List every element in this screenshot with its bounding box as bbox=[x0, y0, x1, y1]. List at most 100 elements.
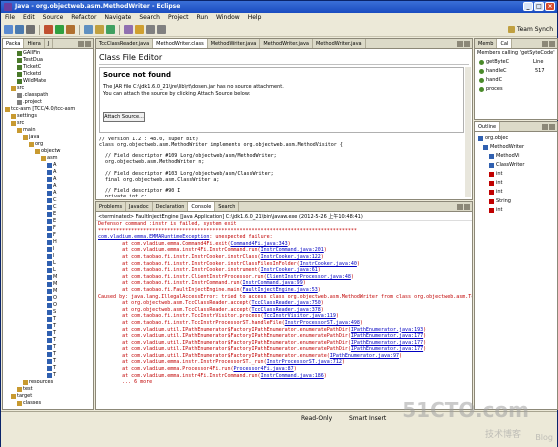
console-output[interactable]: Defensor command :instr is failed, syste… bbox=[96, 221, 472, 409]
tree-item[interactable]: E bbox=[47, 211, 56, 218]
open-type-icon[interactable] bbox=[124, 25, 133, 34]
tree-item[interactable]: .project bbox=[17, 99, 42, 106]
new-package-icon[interactable] bbox=[95, 25, 104, 34]
tree-item[interactable]: TicketC bbox=[17, 64, 41, 71]
tree-item[interactable]: T bbox=[47, 351, 56, 358]
minimize-view-icon[interactable] bbox=[542, 123, 548, 130]
tab-bottom-1[interactable]: Javadoc bbox=[126, 202, 153, 211]
perspective-switcher[interactable]: Team Synch bbox=[507, 26, 553, 33]
tree-item[interactable]: src bbox=[11, 85, 24, 92]
tree-item[interactable]: H bbox=[47, 239, 57, 246]
print-icon[interactable] bbox=[26, 25, 35, 34]
tree-item[interactable]: S bbox=[47, 309, 56, 316]
tree-item[interactable]: target bbox=[11, 393, 32, 400]
minimize-view-icon[interactable] bbox=[457, 40, 463, 47]
menu-project[interactable]: Project bbox=[168, 13, 189, 23]
outline-item[interactable]: ClassWriter bbox=[489, 162, 524, 169]
attach-source-button[interactable]: Attach Source... bbox=[103, 112, 145, 122]
menu-navigate[interactable]: Navigate bbox=[104, 13, 131, 23]
maximize-view-icon[interactable] bbox=[464, 40, 470, 47]
stack-trace-link[interactable]: InstrProcessorST.java:498 bbox=[285, 320, 360, 326]
stack-trace-link[interactable]: InstrCooker.java:40 bbox=[300, 261, 357, 267]
minimize-view-icon[interactable] bbox=[542, 40, 548, 47]
tree-item[interactable]: WildMate bbox=[17, 78, 46, 85]
tree-item[interactable]: F bbox=[47, 225, 56, 232]
tree-item[interactable]: F bbox=[47, 232, 56, 239]
back-icon[interactable] bbox=[146, 25, 155, 34]
tree-item[interactable]: T bbox=[47, 365, 56, 372]
outline-item[interactable]: String bbox=[489, 198, 511, 205]
tree-item[interactable]: .classpath bbox=[17, 92, 48, 99]
outline-item[interactable]: int bbox=[489, 189, 503, 196]
menu-search[interactable]: Search bbox=[139, 13, 160, 23]
menu-source[interactable]: Source bbox=[43, 13, 64, 23]
tree-item[interactable]: A bbox=[47, 169, 56, 176]
tree-item[interactable]: M bbox=[47, 281, 57, 288]
editor-scrollbar[interactable] bbox=[465, 67, 471, 197]
new-java-project-icon[interactable] bbox=[84, 25, 93, 34]
search-icon[interactable] bbox=[135, 25, 144, 34]
call-hierarchy-item[interactable]: handC bbox=[479, 77, 502, 84]
tab-editor-3[interactable]: MethodWriter.java bbox=[260, 39, 313, 48]
run-icon[interactable] bbox=[55, 25, 64, 34]
menu-window[interactable]: Window bbox=[216, 13, 240, 23]
tree-item[interactable]: A bbox=[47, 190, 56, 197]
outline-item[interactable]: int bbox=[489, 171, 503, 178]
tree-item[interactable]: T bbox=[47, 337, 56, 344]
tree-item[interactable]: T bbox=[47, 358, 56, 365]
tree-item[interactable]: T bbox=[47, 316, 56, 323]
stack-trace-link[interactable]: InstrCommand.java:99 bbox=[243, 280, 303, 286]
tab-editor-1[interactable]: MethodWriter.class bbox=[153, 39, 208, 48]
tab-hierarchy-1[interactable]: Cal bbox=[497, 39, 513, 48]
minimize-view-icon[interactable] bbox=[78, 40, 84, 47]
tree-item[interactable]: A bbox=[47, 176, 56, 183]
close-button[interactable]: × bbox=[545, 2, 555, 11]
menu-run[interactable]: Run bbox=[197, 13, 209, 23]
maximize-view-icon[interactable] bbox=[464, 203, 470, 210]
minimize-view-icon[interactable] bbox=[457, 203, 463, 210]
new-icon[interactable] bbox=[4, 25, 13, 34]
tree-item[interactable]: I bbox=[47, 253, 54, 260]
stack-trace-link[interactable]: Command4Fi.java:343 bbox=[230, 241, 287, 247]
call-hierarchy-item[interactable]: handleC bbox=[479, 68, 507, 75]
tree-item[interactable]: tcc-asm [TCC/4.0/tcc-asm bbox=[5, 106, 75, 113]
stack-trace-link[interactable]: IPathEnumerator.java:193 bbox=[351, 327, 423, 333]
tree-item[interactable]: GAllFin bbox=[17, 50, 40, 57]
tree-item[interactable]: asm bbox=[41, 155, 58, 162]
tree-item[interactable]: A bbox=[47, 162, 56, 169]
tree-item[interactable]: M bbox=[47, 288, 57, 295]
maximize-button[interactable]: □ bbox=[534, 2, 544, 11]
open-perspective-icon[interactable] bbox=[507, 26, 515, 33]
tab-editor-0[interactable]: TccClassReader.java bbox=[96, 39, 154, 48]
tree-item[interactable]: T bbox=[47, 330, 56, 337]
menu-file[interactable]: File bbox=[5, 13, 15, 23]
disassembled-code[interactable]: // Version 1.2 : 48.0, super bit) class … bbox=[99, 137, 464, 197]
tree-item[interactable]: objectw bbox=[35, 148, 61, 155]
stack-trace-link[interactable]: IPathEnumerator.java:177 bbox=[351, 333, 423, 339]
tab-bottom-4[interactable]: Search bbox=[215, 202, 240, 211]
outline-item[interactable]: int bbox=[489, 207, 503, 214]
tree-item[interactable]: test bbox=[17, 386, 33, 393]
tree-item[interactable]: T bbox=[47, 344, 56, 351]
stack-trace-link[interactable]: InstrCommand.java:201 bbox=[261, 247, 324, 253]
tree-item[interactable]: O bbox=[47, 302, 57, 309]
maximize-view-icon[interactable] bbox=[549, 40, 555, 47]
tree-item[interactable]: L bbox=[47, 260, 56, 267]
tree-item[interactable]: classes bbox=[17, 400, 41, 407]
call-hierarchy-item[interactable]: proces bbox=[479, 86, 503, 93]
tree-item[interactable]: I bbox=[47, 246, 54, 253]
save-icon[interactable] bbox=[15, 25, 24, 34]
tree-item[interactable]: settings bbox=[11, 113, 37, 120]
stack-trace-link[interactable]: TccClassReader.java:750 bbox=[252, 300, 321, 306]
tree-item[interactable]: T bbox=[47, 323, 56, 330]
tree-item[interactable]: C bbox=[47, 197, 57, 204]
tree-item[interactable]: C bbox=[47, 204, 57, 211]
outline-item[interactable]: MethodVi bbox=[489, 153, 519, 160]
stack-trace-link[interactable]: IPathEnumerator.java:177 bbox=[351, 346, 423, 352]
tab-outline[interactable]: Outline bbox=[475, 122, 501, 131]
tab-editor-4[interactable]: MethodWriter.java bbox=[313, 39, 366, 48]
tree-item[interactable]: O bbox=[47, 295, 57, 302]
stack-trace-link[interactable]: IPathEnumerator.java:97 bbox=[330, 353, 399, 359]
stack-trace-link[interactable]: IPathEnumerator.java:177 bbox=[351, 340, 423, 346]
call-hierarchy-item[interactable]: getByteC bbox=[479, 59, 509, 66]
